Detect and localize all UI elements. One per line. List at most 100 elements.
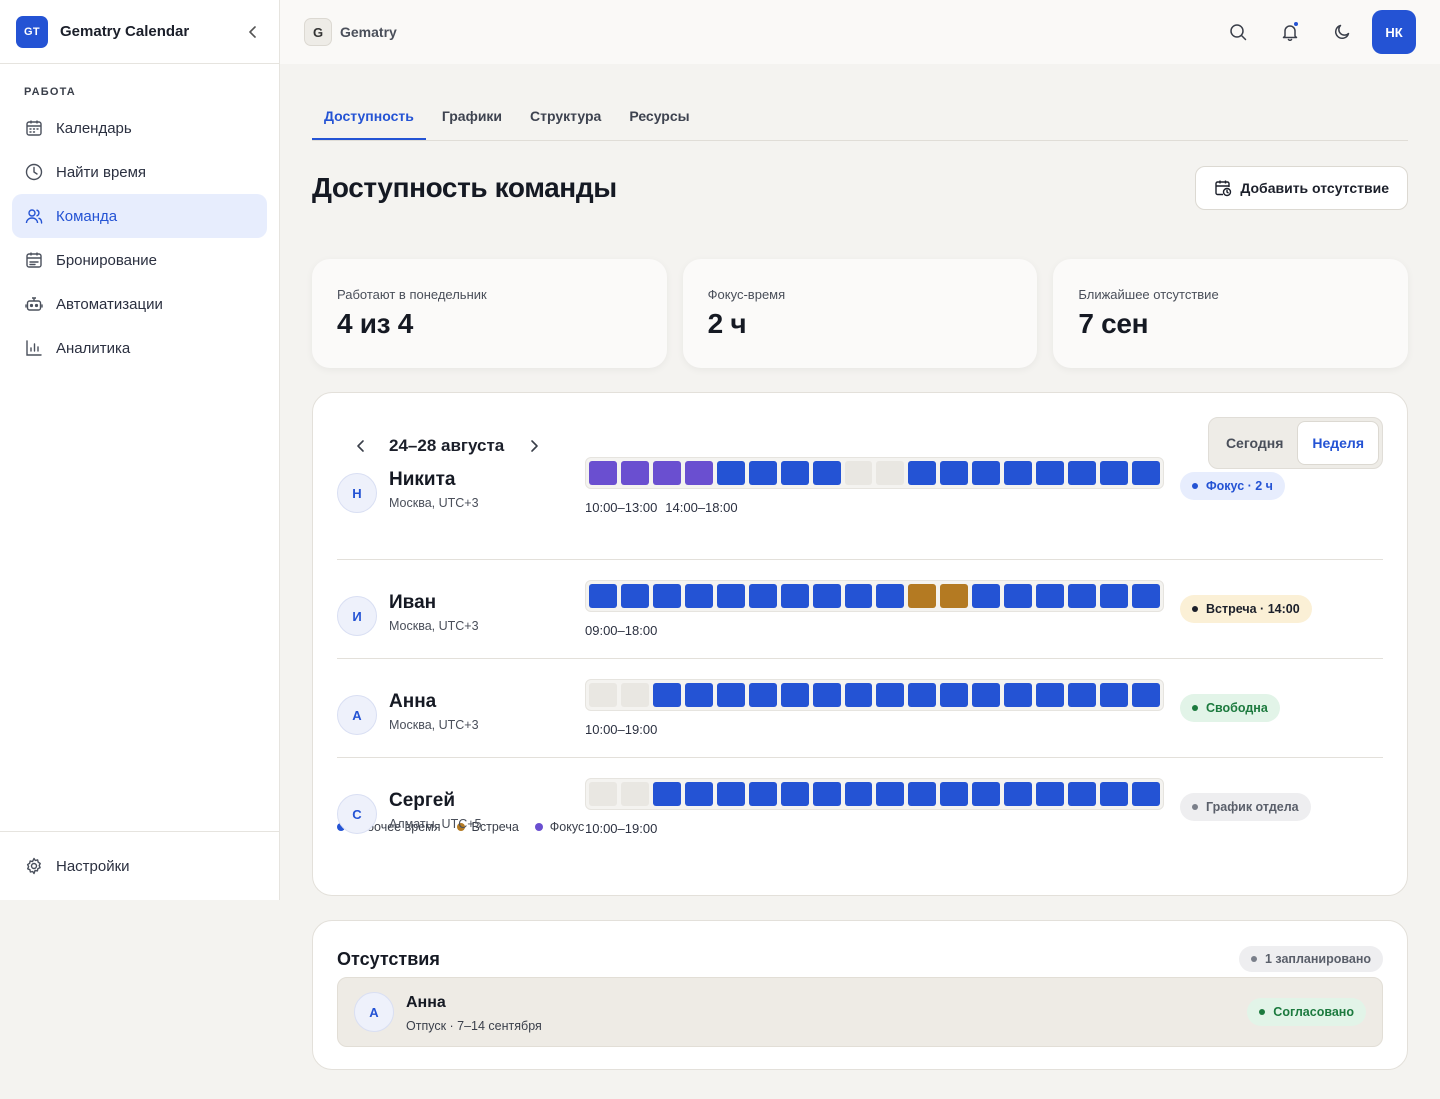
time-slot-work[interactable]	[684, 584, 713, 608]
time-slot-work[interactable]	[716, 683, 745, 707]
time-slot-work[interactable]	[1131, 461, 1160, 485]
sidebar-item-automations[interactable]: Автоматизации	[12, 282, 267, 326]
time-slot-work[interactable]	[844, 683, 873, 707]
prev-week-button[interactable]	[349, 434, 373, 458]
time-slot-work[interactable]	[876, 584, 905, 608]
time-slot-focus[interactable]	[652, 461, 681, 485]
time-slot-work[interactable]	[812, 584, 841, 608]
time-slot-work[interactable]	[780, 584, 809, 608]
team-member-row[interactable]: И Иван Москва, UTC+3 09:00–18:00 Встреча · 1…	[337, 560, 1383, 659]
time-slot-work[interactable]	[940, 461, 969, 485]
time-slot-work[interactable]	[1068, 782, 1096, 806]
tab-schedules[interactable]: Графики	[430, 108, 514, 140]
time-slot-focus[interactable]	[684, 461, 713, 485]
sidebar-item-find-time[interactable]: Найти время	[12, 150, 267, 194]
time-slot-work[interactable]	[1068, 584, 1096, 608]
time-slot-work[interactable]	[812, 782, 841, 806]
time-slot-work[interactable]	[652, 584, 681, 608]
time-slot-work[interactable]	[1131, 584, 1160, 608]
time-slot-work[interactable]	[1100, 461, 1128, 485]
time-slot-work[interactable]	[1100, 584, 1128, 608]
time-slot-work[interactable]	[1004, 461, 1033, 485]
time-slot-work[interactable]	[940, 782, 969, 806]
time-slot-work[interactable]	[1068, 461, 1096, 485]
time-slot-work[interactable]	[844, 782, 873, 806]
time-slot-off[interactable]	[844, 461, 873, 485]
sidebar-item-booking[interactable]: Бронирование	[12, 238, 267, 282]
time-slot-work[interactable]	[716, 782, 745, 806]
view-week-button[interactable]: Неделя	[1297, 421, 1379, 465]
time-slot-work[interactable]	[1036, 782, 1065, 806]
time-slot-work[interactable]	[1004, 584, 1033, 608]
time-slot-work[interactable]	[1004, 683, 1033, 707]
time-slot-work[interactable]	[748, 683, 777, 707]
collapse-sidebar-button[interactable]	[243, 22, 263, 42]
time-slot-work[interactable]	[1131, 782, 1160, 806]
sidebar-item-team[interactable]: Команда	[12, 194, 267, 238]
time-slot-work[interactable]	[684, 782, 713, 806]
sidebar-item-settings[interactable]: Настройки	[12, 844, 267, 888]
time-slot-work[interactable]	[716, 584, 745, 608]
next-week-button[interactable]	[522, 434, 546, 458]
time-slot-work[interactable]	[1100, 683, 1128, 707]
time-slot-work[interactable]	[812, 461, 841, 485]
time-slot-off[interactable]	[876, 461, 905, 485]
time-slot-meet[interactable]	[940, 584, 969, 608]
time-slot-work[interactable]	[1036, 461, 1065, 485]
time-slot-work[interactable]	[1131, 683, 1160, 707]
time-slot-work[interactable]	[1036, 683, 1065, 707]
time-slot-work[interactable]	[748, 782, 777, 806]
time-slot-work[interactable]	[684, 683, 713, 707]
team-member-row[interactable]: Н Никита Москва, UTC+3 10:00–13:00 14:00–18:…	[337, 457, 1383, 560]
time-slot-work[interactable]	[972, 782, 1001, 806]
tab-resources[interactable]: Ресурсы	[617, 108, 701, 140]
time-slot-work[interactable]	[844, 584, 873, 608]
tab-structure[interactable]: Структура	[518, 108, 613, 140]
notifications-button[interactable]	[1270, 12, 1310, 52]
time-slot-work[interactable]	[780, 461, 809, 485]
time-slot-work[interactable]	[1068, 683, 1096, 707]
time-slot-work[interactable]	[1100, 782, 1128, 806]
time-slot-work[interactable]	[780, 782, 809, 806]
time-slot-work[interactable]	[972, 683, 1001, 707]
team-member-row[interactable]: А Анна Москва, UTC+3 10:00–19:00 Свободна	[337, 659, 1383, 758]
time-slot-work[interactable]	[908, 461, 937, 485]
time-slot-work[interactable]	[652, 782, 681, 806]
time-slot-off[interactable]	[620, 782, 649, 806]
sidebar-item-calendar[interactable]: Календарь	[12, 106, 267, 150]
time-slot-work[interactable]	[908, 782, 937, 806]
add-absence-button[interactable]: Добавить отсутствие	[1195, 166, 1408, 210]
time-slot-work[interactable]	[748, 584, 777, 608]
team-member-row[interactable]: С Сергей Алматы, UTC+5 10:00–19:00 График от…	[337, 758, 1383, 838]
time-slot-meet[interactable]	[908, 584, 937, 608]
time-slot-work[interactable]	[940, 683, 969, 707]
time-slot-work[interactable]	[812, 683, 841, 707]
time-slot-work[interactable]	[652, 683, 681, 707]
time-slot-work[interactable]	[1004, 782, 1033, 806]
time-slot-work[interactable]	[716, 461, 745, 485]
time-slot-off[interactable]	[620, 683, 649, 707]
time-slot-work[interactable]	[780, 683, 809, 707]
workspace-name[interactable]: Gematry	[340, 24, 1206, 40]
time-slot-focus[interactable]	[620, 461, 649, 485]
theme-toggle-button[interactable]	[1322, 12, 1362, 52]
search-button[interactable]	[1218, 12, 1258, 52]
time-slot-work[interactable]	[972, 461, 1001, 485]
workspace-badge[interactable]: G	[304, 18, 332, 46]
time-slot-work[interactable]	[589, 584, 617, 608]
time-slot-work[interactable]	[876, 782, 905, 806]
tab-availability[interactable]: Доступность	[312, 108, 426, 140]
user-avatar[interactable]: НК	[1372, 10, 1416, 54]
time-slot-work[interactable]	[1036, 584, 1065, 608]
time-slot-focus[interactable]	[589, 461, 617, 485]
time-slot-work[interactable]	[972, 584, 1001, 608]
time-slot-work[interactable]	[876, 683, 905, 707]
time-slot-work[interactable]	[748, 461, 777, 485]
time-slot-work[interactable]	[620, 584, 649, 608]
view-today-button[interactable]: Сегодня	[1212, 421, 1297, 465]
absence-row[interactable]: А Анна Отпуск · 7–14 сентября Согласован…	[337, 977, 1383, 1047]
sidebar-item-analytics[interactable]: Аналитика	[12, 326, 267, 370]
time-slot-off[interactable]	[589, 782, 617, 806]
time-slot-off[interactable]	[589, 683, 617, 707]
time-slot-work[interactable]	[908, 683, 937, 707]
